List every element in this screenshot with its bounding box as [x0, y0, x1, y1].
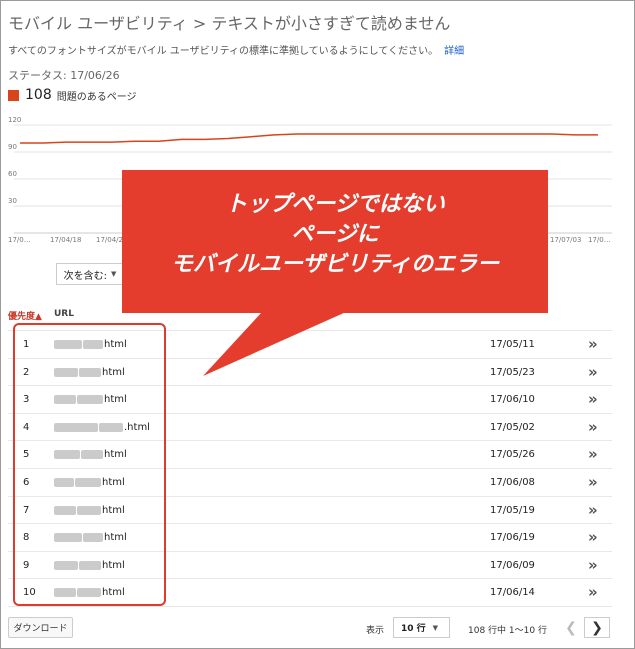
- double-chevron-right-icon[interactable]: »: [588, 335, 598, 353]
- url-column-header[interactable]: URL: [54, 309, 74, 319]
- x-tick-label: 17/0…: [588, 236, 611, 244]
- row-date: 17/05/11: [490, 339, 535, 350]
- chevron-down-icon: ▼: [432, 623, 439, 632]
- callout-line-2: ページに: [291, 222, 379, 247]
- table-bottom-divider: [8, 606, 612, 607]
- row-date: 17/05/02: [490, 421, 535, 433]
- priority-column-header[interactable]: 優先度▲: [8, 309, 42, 322]
- double-chevron-right-icon[interactable]: »: [588, 528, 598, 546]
- callout-line-3: モバイルユーザビリティのエラー: [170, 252, 500, 277]
- row-date: 17/06/14: [490, 587, 535, 599]
- double-chevron-right-icon[interactable]: »: [588, 445, 598, 463]
- y-tick-label: 60: [8, 170, 17, 178]
- series-color-swatch: [8, 89, 19, 101]
- row-date: 17/06/08: [490, 477, 535, 488]
- filter-dropdown[interactable]: 次を含む: ▼: [56, 263, 124, 285]
- issue-count: 108: [25, 87, 52, 103]
- double-chevron-right-icon[interactable]: »: [588, 418, 598, 436]
- double-chevron-right-icon[interactable]: »: [588, 473, 598, 491]
- rows-per-page-value: 10 行: [401, 624, 426, 634]
- y-tick-label: 90: [8, 143, 17, 151]
- chevron-left-icon[interactable]: ❮: [560, 617, 582, 638]
- row-date: 17/06/09: [490, 559, 535, 571]
- status-date: ステータス: 17/06/26: [8, 69, 120, 82]
- double-chevron-right-icon[interactable]: »: [588, 583, 598, 601]
- chevron-right-icon[interactable]: ❯: [584, 617, 610, 638]
- page-description: すべてのフォントサイズがモバイル ユーザビリティの標準に準拠しているようにしてく…: [8, 42, 464, 57]
- rows-per-page-select[interactable]: 10 行 ▼: [393, 617, 450, 638]
- callout-text: トップページではない ページに モバイルユーザビリティのエラー: [122, 190, 548, 280]
- double-chevron-right-icon[interactable]: »: [588, 556, 598, 574]
- rows-per-page-label: 表示: [366, 626, 385, 636]
- double-chevron-right-icon[interactable]: »: [588, 390, 598, 408]
- x-tick-label: 17/0…: [8, 236, 31, 244]
- x-tick-label: 17/04/18: [50, 236, 81, 244]
- y-tick-label: 30: [8, 197, 17, 205]
- description-text: すべてのフォントサイズがモバイル ユーザビリティの標準に準拠しているようにしてく…: [8, 46, 439, 57]
- filter-label: 次を含む:: [63, 270, 107, 282]
- issue-count-summary: 108 問題のあるページ: [8, 87, 137, 103]
- series-line: [20, 133, 598, 144]
- y-tick-label: 120: [8, 116, 21, 124]
- x-tick-label: 17/07/03: [550, 236, 581, 244]
- double-chevron-right-icon[interactable]: »: [588, 363, 598, 381]
- callout-line-1: トップページではない: [225, 192, 445, 217]
- double-chevron-right-icon[interactable]: »: [588, 501, 598, 519]
- row-date: 17/06/10: [490, 394, 535, 406]
- page-title: モバイル ユーザビリティ > テキストが小さすぎて読めません: [8, 14, 451, 33]
- chevron-down-icon: ▼: [110, 270, 117, 278]
- row-date: 17/05/23: [490, 366, 535, 378]
- row-date: 17/05/26: [490, 449, 535, 461]
- pagination-range: 108 行中 1〜10 行: [468, 626, 547, 636]
- issue-count-label: 問題のあるページ: [56, 91, 137, 103]
- details-link[interactable]: 詳細: [444, 46, 464, 57]
- row-date: 17/05/19: [490, 504, 535, 516]
- download-button[interactable]: ダウンロード: [8, 617, 73, 638]
- row-date: 17/06/19: [490, 532, 535, 544]
- highlight-box: [13, 323, 166, 606]
